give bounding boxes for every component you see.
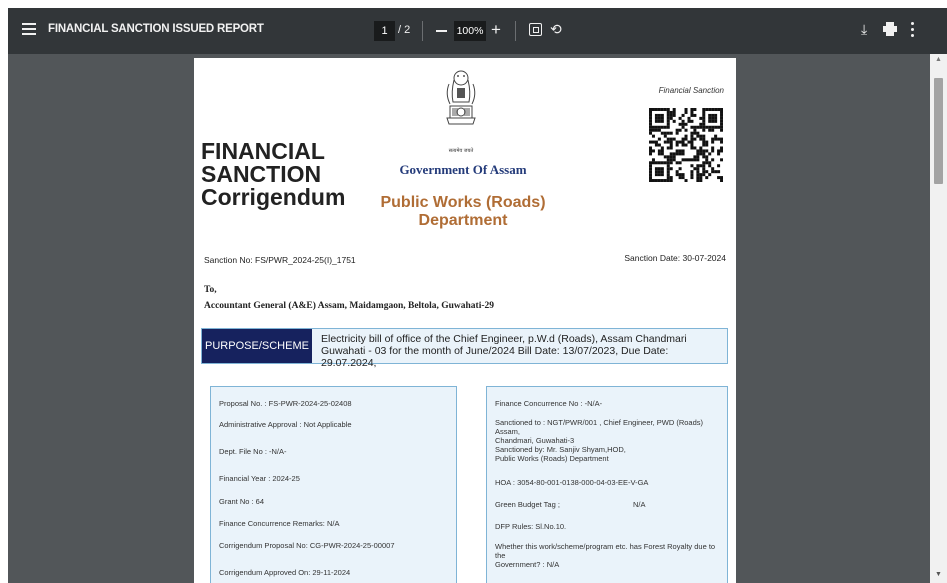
department-line: Public Works (Roads) [380, 194, 546, 211]
sanctioned-by-line: Public Works (Roads) Department [495, 454, 609, 463]
page-number-input[interactable]: 1 [374, 21, 395, 41]
more-icon[interactable] [911, 22, 915, 38]
qr-code-icon [649, 108, 723, 182]
sanctioned-by: Sanctioned by: Mr. Sanjiv Shyam,HOD, Pub… [495, 445, 626, 463]
head-of-account: HOA : 3054-80-001-0138-000-04-03-EE-V-GA [495, 478, 649, 487]
purpose-section: PURPOSE/SCHEME Electricity bill of offic… [201, 328, 728, 369]
download-icon[interactable]: ⤓ [861, 21, 867, 38]
document-title: FINANCIAL SANCTION ISSUED REPORT [48, 23, 264, 35]
proposal-number: Proposal No. : FS-PWR-2024-25-02408 [219, 399, 352, 408]
corrigendum-proposal-number: Corrigendum Proposal No: CG-PWR-2024-25-… [219, 541, 395, 550]
administrative-approval: Administrative Approval : Not Applicable [219, 420, 352, 429]
toolbar-divider [422, 21, 423, 41]
title-line: SANCTION [201, 161, 322, 187]
title-line: FINANCIAL [201, 138, 325, 164]
menu-icon[interactable] [22, 23, 36, 37]
dfp-rules: DFP Rules: Sl.No.10. [495, 522, 567, 531]
finance-concurrence-number: Finance Concurrence No : -N/A- [495, 399, 603, 408]
department-name: Public Works (Roads) Department [368, 194, 558, 230]
toolbar-divider [515, 21, 516, 41]
department-line: Department [418, 212, 508, 229]
title-line: Corrigendum [201, 184, 346, 210]
green-budget-tag: Green Budget Tag ; [495, 500, 560, 509]
rotate-icon[interactable]: ⟲ [550, 21, 562, 38]
purpose-label: PURPOSE/SCHEME [202, 329, 312, 363]
sanctioned-by-line: Sanctioned by: Mr. Sanjiv Shyam,HOD, [495, 445, 626, 454]
scroll-up-icon[interactable]: ▲ [930, 56, 947, 66]
document-tag: Financial Sanction [658, 86, 724, 95]
purpose-text: Electricity bill of office of the Chief … [321, 333, 687, 369]
green-budget-tag-value: N/A [633, 500, 646, 509]
sanction-number: Sanction No: FS/PWR_2024-25(I)_1751 [204, 255, 356, 265]
finance-concurrence-remarks: Finance Concurrence Remarks: N/A [219, 519, 340, 528]
forest-royalty: Whether this work/scheme/program etc. ha… [495, 542, 727, 569]
state-emblem-icon [446, 70, 476, 125]
corrigendum-approved-on: Corrigendum Approved On: 29-11-2024 [219, 568, 351, 577]
zoom-out-icon[interactable] [436, 30, 447, 32]
pdf-page: सत्यमेव जयते Government Of Assam Public … [194, 58, 736, 583]
sanction-details-right: Finance Concurrence No : -N/A- Sanctione… [486, 386, 728, 583]
zoom-input[interactable]: 100% [454, 21, 486, 41]
emblem-motto: सत्यमेव जयते [448, 148, 474, 154]
pdf-viewer: FINANCIAL SANCTION ISSUED REPORT 1 / 2 1… [8, 8, 947, 583]
fit-page-icon[interactable] [529, 23, 542, 36]
scrollbar-thumb[interactable] [934, 78, 943, 184]
government-name: Government Of Assam [399, 162, 527, 177]
sanctioned-to-line: Chandmari, Guwahati-3 [495, 436, 575, 445]
page-title: FINANCIAL SANCTION Corrigendum [201, 140, 345, 209]
sanctioned-to-line: Sanctioned to : NGT/PWR/001 , Chief Engi… [495, 418, 704, 436]
toolbar: FINANCIAL SANCTION ISSUED REPORT 1 / 2 1… [8, 8, 947, 54]
dept-file-number: Dept. File No : -N/A- [219, 447, 287, 456]
sanction-details-left: Proposal No. : FS-PWR-2024-25-02408 Admi… [210, 386, 457, 583]
scroll-down-icon[interactable]: ▼ [930, 571, 947, 581]
financial-year: Financial Year : 2024-25 [219, 474, 300, 483]
salutation: To, [204, 285, 217, 295]
vertical-scrollbar[interactable]: ▲ ▼ [930, 54, 947, 583]
forest-royalty-line: Whether this work/scheme/program etc. ha… [495, 542, 716, 560]
sanctioned-to: Sanctioned to : NGT/PWR/001 , Chief Engi… [495, 418, 727, 445]
forest-royalty-line: Government? : N/A [495, 560, 560, 569]
sanction-date: Sanction Date: 30-07-2024 [624, 253, 726, 263]
zoom-in-icon[interactable]: + [491, 20, 501, 40]
page-count: / 2 [398, 24, 411, 36]
addressee: Accountant General (A&E) Assam, Maidamga… [204, 301, 495, 311]
grant-number: Grant No : 64 [219, 497, 265, 506]
print-icon[interactable] [883, 21, 897, 37]
